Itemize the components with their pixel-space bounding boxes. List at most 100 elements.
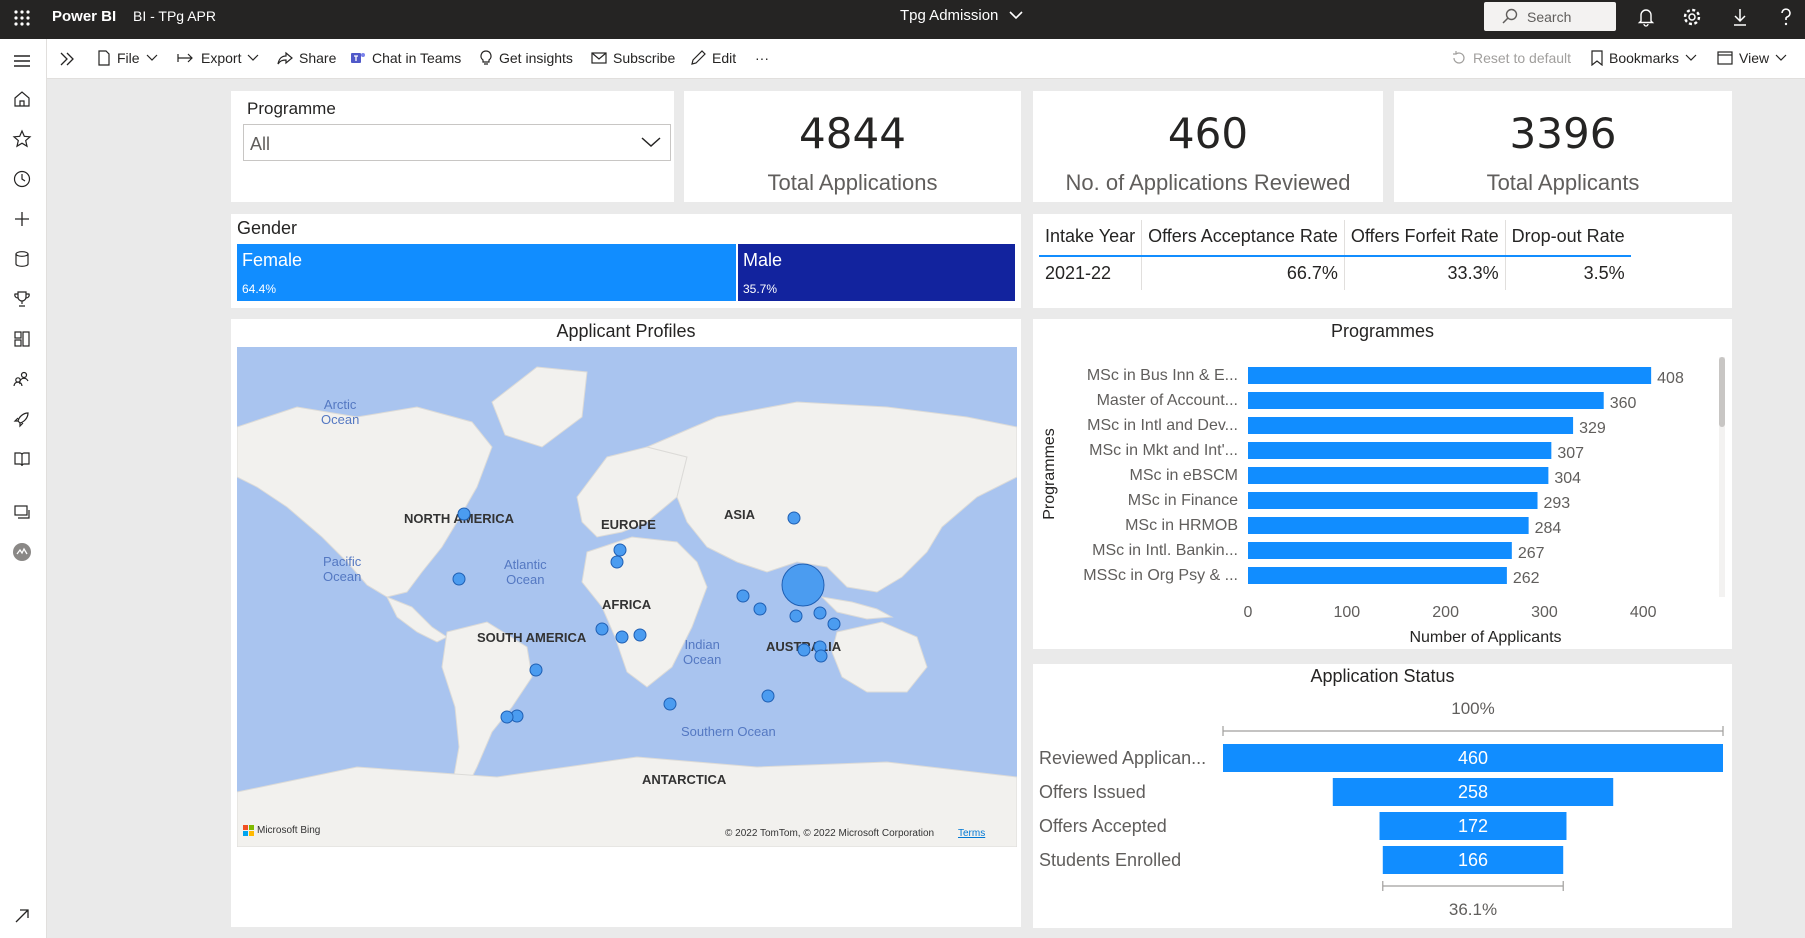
create-plus-icon[interactable]: [12, 209, 32, 229]
scrollbar-thumb[interactable]: [1719, 357, 1725, 427]
map-bubble[interactable]: [452, 572, 466, 586]
metrics-people-icon[interactable]: [12, 369, 32, 389]
home-icon[interactable]: [12, 89, 32, 109]
export-menu[interactable]: Export: [177, 50, 259, 66]
map-bubble[interactable]: [761, 689, 775, 703]
search-box[interactable]: Search: [1484, 2, 1616, 31]
terms-link[interactable]: Terms: [958, 828, 985, 839]
map-bubble[interactable]: [753, 602, 767, 616]
funnel-value-label: 258: [1458, 782, 1488, 802]
chevron-down-icon: [248, 54, 259, 61]
map-title: Applicant Profiles: [556, 321, 696, 341]
chart-scrollbar[interactable]: [1719, 357, 1725, 597]
bar[interactable]: [1248, 442, 1552, 459]
map-bubble[interactable]: [633, 628, 647, 642]
subscribe-button[interactable]: Subscribe: [591, 50, 675, 66]
learn-book-icon[interactable]: [12, 449, 32, 469]
report-name-dropdown[interactable]: Tpg Admission: [900, 7, 1023, 24]
file-label: File: [117, 50, 140, 66]
bar[interactable]: [1248, 542, 1512, 559]
expand-pane-icon[interactable]: [59, 51, 75, 67]
deployment-rocket-icon[interactable]: [12, 409, 32, 429]
map-bubble[interactable]: [500, 710, 514, 724]
get-insights-button[interactable]: Get insights: [479, 50, 573, 66]
view-menu[interactable]: View: [1717, 50, 1787, 66]
funnel-bottom-percent: 36.1%: [1449, 900, 1497, 919]
map-bubble[interactable]: [457, 507, 471, 521]
gender-segment-female[interactable]: Female 64.4%: [237, 244, 736, 301]
bar[interactable]: [1248, 492, 1538, 509]
map-bubble[interactable]: [613, 543, 627, 557]
map-bubble[interactable]: [781, 563, 825, 607]
map-bubble[interactable]: [615, 630, 629, 644]
edit-label: Edit: [712, 50, 737, 66]
bell-icon[interactable]: [1636, 7, 1656, 27]
bar[interactable]: [1248, 567, 1507, 584]
chat-in-teams-button[interactable]: Chat in Teams: [350, 50, 461, 66]
bar[interactable]: [1248, 517, 1529, 534]
column-header[interactable]: Drop-out Rate: [1505, 220, 1631, 256]
workspaces-icon[interactable]: [12, 502, 32, 522]
data-label: 329: [1579, 420, 1606, 437]
programme-dropdown[interactable]: All: [243, 124, 671, 161]
funnel-bottom-bracket: [1382, 881, 1564, 891]
app-brand[interactable]: Power BI: [52, 8, 116, 25]
teams-icon: [351, 53, 365, 63]
map-bubble[interactable]: [797, 643, 811, 657]
reset-to-default-button[interactable]: Reset to default: [1451, 50, 1571, 66]
data-label: 408: [1657, 370, 1684, 387]
apps-grid-icon[interactable]: [12, 329, 32, 349]
map-bubble[interactable]: [787, 511, 801, 525]
microsoft-logo-icon: [243, 825, 254, 836]
table-row: 2021-22 66.7% 33.3% 3.5%: [1039, 255, 1631, 290]
document-icon: [98, 50, 110, 66]
category-label: MSc in Finance: [1128, 492, 1238, 509]
bar[interactable]: [1248, 417, 1574, 434]
category-label: Master of Account...: [1097, 392, 1238, 409]
share-button[interactable]: Share: [277, 50, 336, 66]
insights-label: Get insights: [499, 50, 573, 66]
download-icon[interactable]: [1730, 7, 1750, 27]
funnel-value-label: 166: [1458, 850, 1488, 870]
map-bubble[interactable]: [529, 663, 543, 677]
bookmarks-menu[interactable]: Bookmarks: [1591, 50, 1697, 66]
map-copyright: © 2022 TomTom, © 2022 Microsoft Corporat…: [725, 828, 935, 839]
data-label: 293: [1544, 495, 1571, 512]
workspace-name[interactable]: BI - TPg APR: [133, 8, 216, 24]
funnel-category-label: Students Enrolled: [1039, 850, 1181, 870]
edit-button[interactable]: Edit: [690, 50, 736, 66]
map-bubble[interactable]: [736, 589, 750, 603]
column-header[interactable]: Intake Year: [1039, 220, 1143, 256]
map-bubble[interactable]: [827, 617, 841, 631]
programmes-bar-chart: Programmes MSc in Bus Inn & E... 408 Maste…: [1033, 319, 1732, 649]
gender-segment-male[interactable]: Male 35.7%: [738, 244, 1015, 301]
map-bubble[interactable]: [813, 606, 827, 620]
map-bubble[interactable]: [595, 622, 609, 636]
bar[interactable]: [1248, 392, 1604, 409]
favorites-star-icon[interactable]: [12, 129, 32, 149]
column-header[interactable]: Offers Forfeit Rate: [1344, 220, 1506, 256]
x-tick-label: 400: [1630, 604, 1657, 621]
map-bubble[interactable]: [814, 649, 828, 663]
recent-clock-icon[interactable]: [12, 169, 32, 189]
column-header[interactable]: Offers Acceptance Rate: [1141, 220, 1345, 256]
expand-arrow-icon[interactable]: [12, 906, 32, 926]
file-menu[interactable]: File: [97, 50, 158, 66]
app-launcher-icon[interactable]: [12, 8, 32, 28]
datasets-cylinder-icon[interactable]: [12, 249, 32, 269]
goals-trophy-icon[interactable]: [12, 289, 32, 309]
view-window-icon: [1717, 51, 1733, 65]
map-bubble[interactable]: [663, 697, 677, 711]
report-name: Tpg Admission: [900, 7, 999, 24]
gear-icon[interactable]: [1682, 7, 1702, 27]
hamburger-menu-icon[interactable]: [12, 51, 32, 71]
workspace-avatar-icon[interactable]: [12, 542, 32, 562]
more-options-button[interactable]: ···: [755, 50, 769, 66]
x-axis-title: Number of Applicants: [1409, 629, 1561, 646]
help-icon[interactable]: [1776, 7, 1796, 27]
bar[interactable]: [1248, 467, 1549, 484]
map-bubble[interactable]: [789, 609, 803, 623]
map-bubble[interactable]: [610, 555, 624, 569]
map-canvas[interactable]: NORTH AMERICA EUROPE ASIA AFRICA SOUTH A…: [237, 347, 1017, 847]
bar[interactable]: [1248, 367, 1652, 384]
